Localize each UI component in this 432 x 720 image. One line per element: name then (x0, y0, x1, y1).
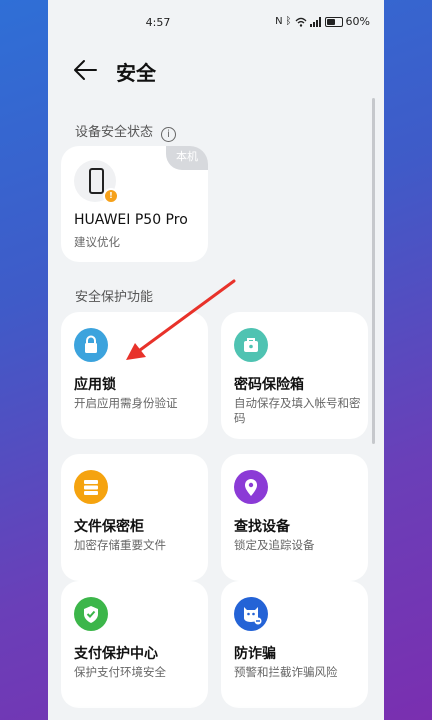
feature-card-password-safe[interactable]: 密码保险箱 自动保存及填入帐号和密码 (221, 312, 368, 439)
status-time: 4:57 (145, 16, 171, 29)
feature-title: 查找设备 (234, 519, 290, 535)
warning-icon: ! (103, 188, 119, 204)
features-section-title: 安全保护功能 (75, 290, 154, 305)
feature-card-app-lock[interactable]: 应用锁 开启应用需身份验证 (61, 312, 208, 439)
page-title: 安全 (116, 61, 156, 85)
nfc-icon: N (275, 16, 283, 27)
device-section-label: 设备安全状态 (75, 125, 154, 140)
feature-desc: 锁定及追踪设备 (234, 538, 315, 552)
feature-title: 文件保密柜 (74, 519, 144, 535)
device-card[interactable]: 本机 ! HUAWEI P50 Pro 建议优化 (61, 146, 208, 262)
feature-title: 密码保险箱 (234, 377, 304, 393)
device-status: 建议优化 (74, 235, 120, 249)
signal-icon (309, 16, 321, 27)
feature-desc: 自动保存及填入帐号和密码 (234, 396, 361, 425)
file-safe-icon (74, 470, 108, 504)
bottom-fade (48, 706, 384, 720)
phone-screen: 4:57 N ᛒ 60% 安全 设备安全状态 i 本机 ! HUAWEI P50… (48, 0, 384, 720)
feature-card-file-safe[interactable]: 文件保密柜 加密存储重要文件 (61, 454, 208, 581)
device-name: HUAWEI P50 Pro (74, 212, 188, 228)
info-icon[interactable]: i (161, 127, 177, 142)
feature-card-find-device[interactable]: 查找设备 锁定及追踪设备 (221, 454, 368, 581)
device-section-title: 设备安全状态 i (75, 121, 177, 142)
phone-icon: ! (74, 160, 119, 204)
wifi-icon (295, 17, 307, 27)
local-device-badge: 本机 (166, 146, 208, 170)
status-icons: N ᛒ 60% (275, 15, 370, 28)
feature-title: 防诈骗 (234, 646, 276, 662)
battery-percent: 60% (345, 15, 370, 28)
scrollbar[interactable] (372, 98, 375, 444)
bluetooth-icon: ᛒ (285, 16, 292, 27)
lock-icon (74, 328, 108, 362)
password-safe-icon (234, 328, 268, 362)
feature-desc: 加密存储重要文件 (74, 538, 166, 552)
location-pin-icon (234, 470, 268, 504)
anti-fraud-icon (234, 597, 268, 631)
feature-card-payment-protection[interactable]: 支付保护中心 保护支付环境安全 (61, 581, 208, 708)
header: 安全 (48, 50, 384, 90)
feature-title: 支付保护中心 (74, 646, 158, 662)
status-bar: 4:57 N ᛒ 60% (48, 0, 384, 46)
back-arrow-icon[interactable] (72, 58, 98, 82)
feature-title: 应用锁 (74, 377, 116, 393)
feature-desc: 开启应用需身份验证 (74, 396, 178, 410)
shield-check-icon (74, 597, 108, 631)
battery-icon (324, 16, 343, 27)
feature-desc: 保护支付环境安全 (74, 665, 166, 679)
feature-card-anti-fraud[interactable]: 防诈骗 预警和拦截诈骗风险 (221, 581, 368, 708)
feature-desc: 预警和拦截诈骗风险 (234, 665, 338, 679)
battery-fill (326, 18, 335, 25)
